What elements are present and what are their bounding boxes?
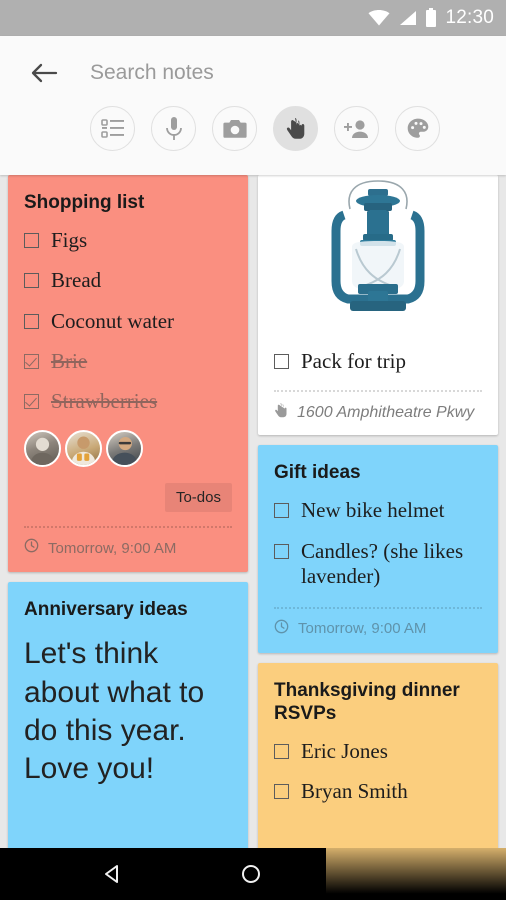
palette-icon[interactable]: [395, 106, 440, 151]
nav-home-button[interactable]: [238, 861, 264, 887]
checkbox-icon[interactable]: [274, 503, 289, 519]
checklist-item[interactable]: Bread: [24, 268, 232, 293]
checklist-item[interactable]: Coconut water: [24, 309, 232, 334]
checklist-item[interactable]: Brie: [24, 349, 232, 374]
lantern-photo: [258, 175, 498, 335]
clock-icon: [274, 619, 289, 639]
note-reminder[interactable]: Tomorrow, 9:00 AM: [24, 528, 232, 558]
checkbox-icon[interactable]: [274, 354, 289, 369]
collaborator-avatars: [24, 430, 232, 468]
checklist-item-label: Figs: [51, 228, 88, 253]
reminder-text: Tomorrow, 9:00 AM: [48, 539, 177, 557]
app-screen: 12:30 Search notes Shopping list Figs Br…: [0, 0, 506, 900]
checklist-item-label: Pack for trip: [301, 349, 406, 373]
drawing-hand-icon[interactable]: [273, 106, 318, 151]
note-thanksgiving-rsvps[interactable]: Thanksgiving dinner RSVPs Eric Jones Bry…: [258, 662, 498, 853]
battery-icon: [425, 8, 437, 28]
note-shopping-list[interactable]: Shopping list Figs Bread Coconut water B…: [8, 175, 248, 573]
reminder-text: Tomorrow, 9:00 AM: [298, 620, 427, 638]
note-bleed-overlay: [326, 848, 506, 900]
note-gift-ideas[interactable]: Gift ideas New bike helmet Candles? (she…: [258, 445, 498, 653]
signal-icon: [398, 10, 417, 26]
quick-action-icon-row: [0, 106, 506, 151]
checklist-item-label: Bryan Smith: [301, 779, 408, 804]
avatar[interactable]: [106, 430, 143, 468]
location-icon: [274, 402, 288, 423]
checkbox-icon[interactable]: [24, 233, 39, 249]
note-anniversary-ideas[interactable]: Anniversary ideas Let's think about what…: [8, 582, 248, 853]
status-clock: 12:30: [445, 7, 494, 28]
notes-grid: Shopping list Figs Bread Coconut water B…: [0, 175, 506, 900]
note-title: Anniversary ideas: [24, 599, 188, 621]
note-pack-for-trip[interactable]: Pack for trip 1600 Amphitheatre Pkwy: [258, 175, 498, 436]
checklist-item[interactable]: New bike helmet: [274, 498, 482, 523]
note-title: Shopping list: [24, 192, 145, 213]
note-label-chip[interactable]: To-dos: [164, 483, 232, 513]
note-location[interactable]: 1600 Amphitheatre Pkwy: [274, 392, 482, 423]
nav-back-button[interactable]: [100, 861, 126, 887]
add-person-icon[interactable]: [334, 106, 379, 151]
avatar[interactable]: [24, 430, 61, 468]
checklist-item-label: Bread: [51, 268, 102, 293]
note-title: Gift ideas: [274, 462, 361, 484]
checkbox-icon[interactable]: [24, 273, 39, 289]
checkbox-icon[interactable]: [274, 744, 289, 760]
note-label-row: To-dos: [24, 483, 232, 513]
checklist-item-label: Strawberries: [51, 388, 158, 413]
camera-icon[interactable]: [212, 106, 257, 151]
search-input[interactable]: [90, 61, 420, 85]
checkbox-icon[interactable]: [274, 784, 289, 800]
checkbox-icon[interactable]: [24, 313, 39, 329]
checklist-item[interactable]: Pack for trip: [274, 349, 482, 374]
checkbox-checked-icon[interactable]: [24, 393, 39, 409]
checkbox-checked-icon[interactable]: [24, 353, 39, 369]
notes-column-right: Pack for trip 1600 Amphitheatre Pkwy Gif…: [258, 175, 498, 853]
note-body: Let's think about what to do this year. …: [24, 637, 205, 786]
notes-column-left: Shopping list Figs Bread Coconut water B…: [8, 175, 248, 853]
search-row: [0, 36, 506, 110]
location-text: 1600 Amphitheatre Pkwy: [297, 403, 475, 421]
checklist-item[interactable]: Strawberries: [24, 389, 232, 414]
back-arrow-icon[interactable]: [22, 51, 66, 95]
wifi-icon: [368, 10, 390, 26]
checklist-item-label: New bike helmet: [301, 498, 445, 523]
clock-icon: [24, 538, 39, 558]
avatar[interactable]: [65, 430, 102, 468]
microphone-icon[interactable]: [151, 106, 196, 151]
note-reminder[interactable]: Tomorrow, 9:00 AM: [274, 609, 482, 639]
checklist-icon[interactable]: [90, 106, 135, 151]
checklist-item-label: Eric Jones: [301, 739, 388, 764]
note-title: Thanksgiving dinner RSVPs: [274, 679, 460, 725]
checklist-item-label: Coconut water: [51, 308, 175, 333]
checklist-item[interactable]: Bryan Smith: [274, 779, 482, 804]
checklist-item[interactable]: Candles? (she likes lavender): [274, 539, 482, 589]
checklist-item-label: Candles? (she likes lavender): [301, 538, 464, 588]
checklist-item[interactable]: Figs: [24, 228, 232, 253]
search-header: [0, 36, 506, 175]
status-bar: 12:30: [0, 0, 506, 36]
checklist-item-label: Brie: [51, 348, 88, 373]
checkbox-icon[interactable]: [274, 543, 289, 559]
checklist-item[interactable]: Eric Jones: [274, 739, 482, 764]
android-nav-bar: [0, 848, 506, 900]
